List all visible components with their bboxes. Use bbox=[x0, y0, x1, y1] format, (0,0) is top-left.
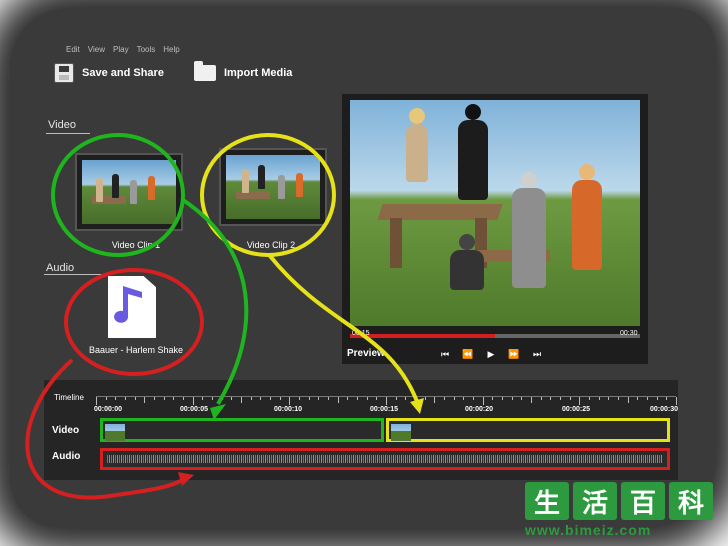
clip-1-highlight-ring bbox=[51, 133, 185, 257]
audio-arrowhead bbox=[178, 472, 194, 486]
watermark-url: www.bimeiz.com bbox=[525, 522, 652, 538]
clip-2-arrow bbox=[268, 254, 420, 405]
clip-2-arrowhead bbox=[410, 398, 424, 414]
watermark-char-3: 百 bbox=[621, 482, 665, 520]
audio-highlight-ring bbox=[64, 268, 204, 376]
audio-arrow bbox=[25, 358, 188, 500]
watermark-logo: 生 活 百 科 www.bimeiz.com bbox=[525, 482, 721, 540]
clip-1-arrowhead bbox=[210, 404, 226, 420]
annotation-overlay bbox=[25, 133, 424, 500]
watermark-char-4: 科 bbox=[669, 482, 713, 520]
watermark-char-1: 生 bbox=[525, 482, 569, 520]
watermark-char-2: 活 bbox=[573, 482, 617, 520]
